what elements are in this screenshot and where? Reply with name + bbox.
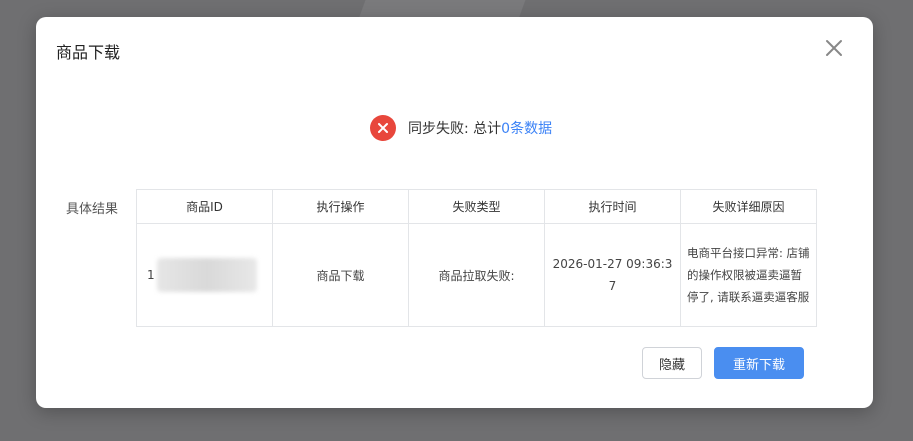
redacted-id-block <box>156 258 257 292</box>
close-button[interactable] <box>823 37 845 59</box>
column-header-fail-type: 失败类型 <box>408 189 545 224</box>
close-icon <box>826 40 842 56</box>
dialog-title: 商品下载 <box>56 43 121 62</box>
column-header-product-id: 商品ID <box>136 189 273 224</box>
download-dialog: 商品下载 同步失败: 总计 0条数据 具体结果 商品ID 执行操作 失败类型 执… <box>36 17 873 408</box>
table-header-row: 商品ID 执行操作 失败类型 执行时间 失败详细原因 <box>136 189 817 224</box>
results-table: 商品ID 执行操作 失败类型 执行时间 失败详细原因 1 商品下载 商品拉取失败… <box>136 189 817 327</box>
cell-product-id: 1 <box>136 223 273 327</box>
product-id-text: 1 <box>147 268 155 282</box>
table-row: 1 商品下载 商品拉取失败: 2026-01-27 09:36:37 电商平台接… <box>136 223 817 327</box>
column-header-time: 执行时间 <box>544 189 681 224</box>
column-header-operation: 执行操作 <box>272 189 409 224</box>
error-circle-icon <box>370 115 396 141</box>
column-header-reason: 失败详细原因 <box>680 189 817 224</box>
cell-operation: 商品下载 <box>272 223 409 327</box>
hide-button[interactable]: 隐藏 <box>642 347 702 379</box>
status-message: 同步失败: 总计 0条数据 <box>370 113 552 143</box>
result-label: 具体结果 <box>66 202 119 217</box>
cell-time: 2026-01-27 09:36:37 <box>544 223 681 327</box>
status-text: 同步失败: 总计 <box>408 121 502 137</box>
retry-download-button[interactable]: 重新下载 <box>714 347 804 379</box>
status-count-link[interactable]: 0条数据 <box>501 118 552 138</box>
cell-reason: 电商平台接口异常: 店铺的操作权限被逼卖逼暂停了, 请联系逼卖逼客服 <box>680 223 817 327</box>
cell-fail-type: 商品拉取失败: <box>408 223 545 327</box>
